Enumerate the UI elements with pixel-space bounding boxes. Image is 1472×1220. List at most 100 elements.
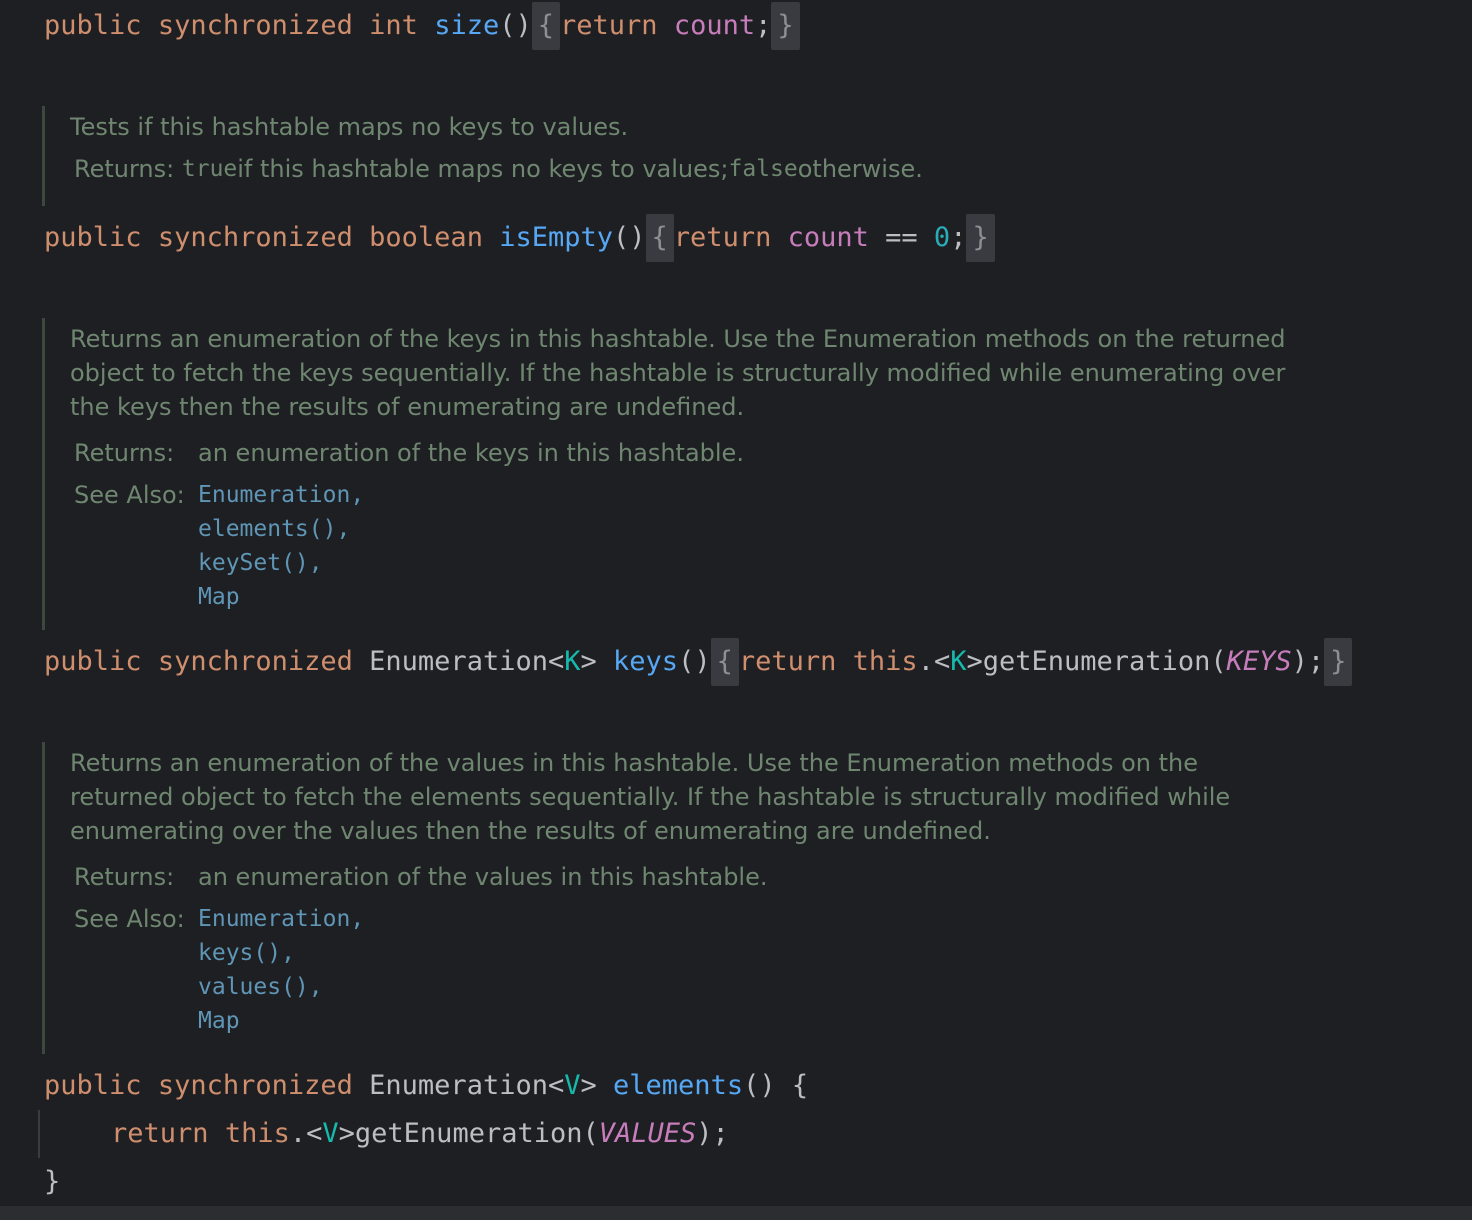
open-brace: { — [791, 1070, 809, 1101]
fold-close-brace[interactable]: } — [1324, 638, 1353, 686]
doc-see-also-label: See Also: — [74, 905, 185, 933]
doc-returns-text: an enumeration of the keys in this hasht… — [198, 439, 744, 467]
doc-description: Tests if this hashtable maps no keys to … — [70, 113, 629, 141]
paren-open: ( — [1210, 646, 1227, 677]
code-line-elements[interactable]: public synchronized Enumeration<V> eleme… — [44, 1062, 808, 1110]
dot: . — [917, 646, 934, 677]
keyword-public: public — [44, 1070, 142, 1101]
angle-open: < — [547, 646, 565, 677]
parens: () — [499, 10, 532, 41]
angle-open: < — [547, 1070, 565, 1101]
constant-values[interactable]: VALUES — [599, 1118, 697, 1149]
doc-comment-keys: Returns an enumeration of the keys in th… — [42, 318, 1335, 630]
keyword-return: return — [738, 646, 837, 677]
doc-link-map[interactable]: Map — [198, 1004, 1335, 1038]
code-line-size[interactable]: public synchronized int size(){return co… — [44, 2, 800, 50]
doc-description-line: Returns an enumeration of the values in … — [70, 749, 1199, 777]
method-call-getenumeration[interactable]: getEnumeration — [983, 646, 1211, 677]
doc-see-also-links: Enumeration, keys(), values(), Map — [198, 902, 1335, 1038]
paren-open: ( — [582, 1118, 599, 1149]
keyword-this: this — [224, 1118, 290, 1149]
doc-link-values[interactable]: values(), — [198, 970, 1335, 1004]
doc-link-elements[interactable]: elements(), — [198, 512, 1335, 546]
doc-description-line: object to fetch the keys sequentially. I… — [70, 359, 1286, 387]
doc-returns-text: if this hashtable maps no keys to values… — [237, 155, 729, 183]
doc-see-also-row: See Also: Enumeration, keys(), values(),… — [45, 902, 1335, 1038]
doc-see-also-row: See Also: Enumeration, elements(), keySe… — [45, 478, 1335, 614]
keyword-public: public — [44, 646, 142, 677]
doc-description-line: returned object to fetch the elements se… — [70, 783, 1231, 811]
dot: . — [289, 1118, 307, 1149]
code-line-closing-brace[interactable]: } — [44, 1158, 60, 1206]
code-line-elements-body[interactable]: return this.<V>getEnumeration(VALUES); — [111, 1110, 729, 1158]
angle-close: > — [338, 1118, 355, 1149]
doc-link-enumeration[interactable]: Enumeration, — [198, 902, 1335, 936]
angle-open: < — [306, 1118, 323, 1149]
angle-close: > — [580, 646, 597, 677]
number-zero: 0 — [933, 222, 951, 253]
doc-description-line: enumerating over the values then the res… — [70, 817, 991, 845]
angle-close: > — [966, 646, 983, 677]
doc-returns-label: Returns: — [74, 155, 175, 183]
doc-see-also-label: See Also: — [74, 481, 185, 509]
doc-description: Returns an enumeration of the values in … — [45, 746, 1335, 848]
method-name-isempty[interactable]: isEmpty — [499, 222, 613, 253]
constant-keys[interactable]: KEYS — [1227, 646, 1292, 677]
method-name-elements[interactable]: elements — [613, 1070, 743, 1101]
type-param-v: V — [322, 1118, 339, 1149]
code-line-isempty[interactable]: public synchronized boolean isEmpty(){re… — [44, 214, 995, 262]
keyword-synchronized: synchronized — [157, 646, 353, 677]
doc-returns-row: Returns: an enumeration of the values in… — [45, 860, 1335, 894]
field-count[interactable]: count — [674, 10, 755, 41]
doc-link-keys[interactable]: keys(), — [198, 936, 1335, 970]
doc-link-enumeration[interactable]: Enumeration, — [198, 478, 1335, 512]
parens: () — [613, 222, 646, 253]
operator-equals: == — [868, 222, 934, 253]
doc-description-line: Returns an enumeration of the keys in th… — [70, 325, 1286, 353]
type-param-v: V — [564, 1070, 581, 1101]
fold-open-brace[interactable]: { — [531, 2, 561, 50]
doc-code-false: false — [728, 156, 798, 182]
keyword-synchronized: synchronized — [157, 10, 353, 41]
close-brace: } — [44, 1166, 61, 1197]
return-type: boolean — [369, 222, 483, 253]
type-param-k: K — [564, 646, 581, 677]
keyword-public: public — [44, 10, 142, 41]
return-type[interactable]: Enumeration — [369, 646, 548, 677]
doc-link-keyset[interactable]: keySet(), — [198, 546, 1335, 580]
angle-close: > — [580, 1070, 597, 1101]
fold-close-brace[interactable]: } — [771, 2, 800, 50]
semicolon: ; — [950, 222, 967, 253]
parens: () — [743, 1070, 776, 1101]
keyword-return: return — [673, 222, 772, 253]
return-type: int — [369, 10, 418, 41]
code-line-keys[interactable]: public synchronized Enumeration<K> keys(… — [44, 638, 1353, 686]
parens: () — [678, 646, 711, 677]
angle-open: < — [933, 646, 951, 677]
keyword-this: this — [852, 646, 918, 677]
type-param-k: K — [950, 646, 967, 677]
doc-link-map[interactable]: Map — [198, 580, 1335, 614]
keyword-return: return — [560, 10, 658, 41]
doc-code-true: true — [181, 156, 238, 182]
fold-close-brace[interactable]: } — [966, 214, 995, 262]
method-call-getenumeration[interactable]: getEnumeration — [355, 1118, 583, 1149]
keyword-return: return — [111, 1118, 209, 1149]
doc-returns-text-end: otherwise. — [797, 155, 923, 183]
fold-open-brace[interactable]: { — [710, 638, 739, 686]
doc-returns-row: Returns: true if this hashtable maps no … — [45, 152, 1335, 186]
method-name-size[interactable]: size — [434, 10, 499, 41]
doc-returns-label: Returns: — [74, 439, 175, 467]
fold-open-brace[interactable]: { — [645, 214, 674, 262]
indent-guide — [38, 1110, 40, 1158]
return-type[interactable]: Enumeration — [369, 1070, 548, 1101]
doc-description: Returns an enumeration of the keys in th… — [45, 322, 1335, 424]
method-name-keys[interactable]: keys — [613, 646, 678, 677]
call-tail: ); — [696, 1118, 729, 1149]
horizontal-scrollbar[interactable] — [0, 1206, 1472, 1220]
call-tail: ); — [1291, 646, 1325, 677]
doc-see-also-links: Enumeration, elements(), keySet(), Map — [198, 478, 1335, 614]
keyword-synchronized: synchronized — [157, 1070, 353, 1101]
doc-comment-elements: Returns an enumeration of the values in … — [42, 742, 1335, 1054]
field-count[interactable]: count — [788, 222, 869, 253]
